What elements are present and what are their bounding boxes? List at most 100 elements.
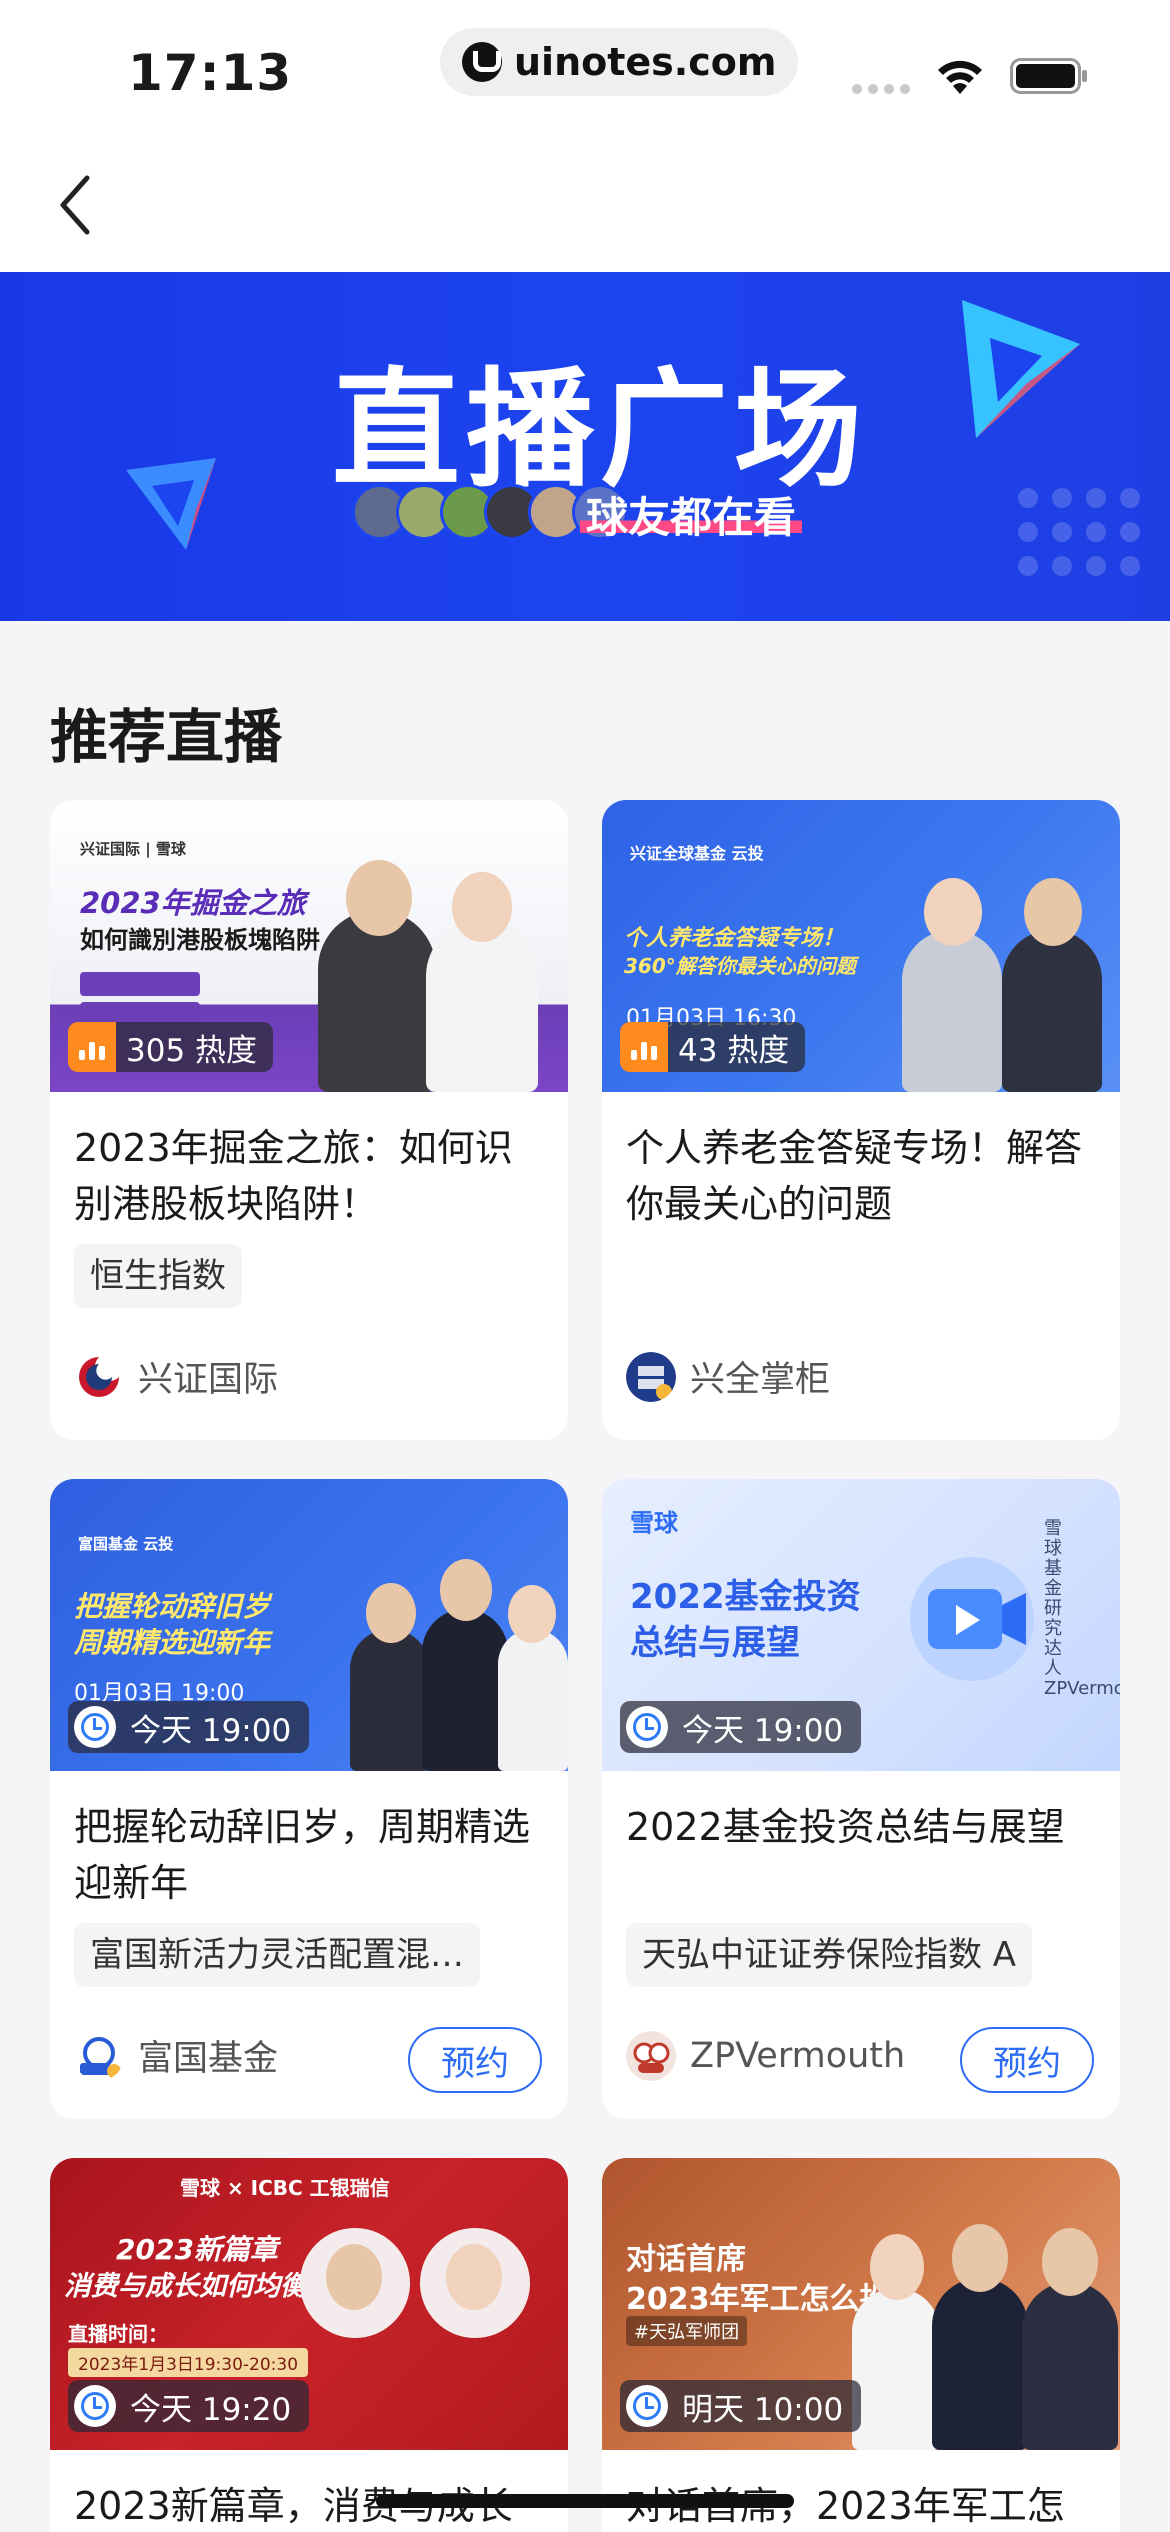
host-head [952,2224,1008,2292]
thumb-title: 个人养老金答疑专场！ [624,926,845,951]
alarm-clock-icon [74,1706,116,1748]
live-thumbnail: 兴证国际 | 雪球 2023年掘金之旅 如何識別港股板塊陷阱 305 热度 [50,800,568,1092]
alarm-clock-icon [626,2385,668,2427]
card-title: 对话首席，2023年军工怎 [626,2484,1065,2528]
card-title: 2022基金投资总结与展望 [626,1805,1065,1849]
speaker-label [80,972,200,996]
banner-subtitle: 球友都在看 [580,484,803,545]
author-name: ZPVermouth [690,2036,906,2076]
fund-tag[interactable]: 天弘中证证券保险指数 A [626,1923,1033,1987]
host-head [1024,878,1082,946]
schedule-text: 今天 19:00 [682,1712,844,1749]
thumb-title: 2023新篇章 [116,2233,278,2266]
host-image [422,1609,508,1771]
alarm-clock-icon [626,1706,668,1748]
host-image [932,2278,1028,2450]
video-camera-icon [910,1557,1034,1681]
live-thumbnail: 兴证全球基金 云投 个人养老金答疑专场！ 360°解答你最关心的问题 01月03… [602,800,1120,1092]
host-head [346,860,412,936]
host-image [350,1629,430,1771]
live-card[interactable]: 雪球 × ICBC 工银瑞信 2023新篇章 消费与成长如何均衡配置 直播时间：… [50,2158,568,2532]
schedule-badge: 今天 19:00 [68,1701,310,1753]
schedule-badge: 今天 19:20 [68,2380,310,2432]
thumb-subtitle: 360°解答你最关心的问题 [624,954,856,978]
card-title: 2023年掘金之旅：如何识别港股板块陷阱！ [74,1126,513,1226]
live-card[interactable]: 对话首席 2023年军工怎么投？ #天弘军师团 明天 10:00 对话首席，20… [602,2158,1120,2532]
host-head [366,1583,416,1643]
stock-tag[interactable]: 恒生指数 [74,1244,242,1308]
nav-bar [0,140,1170,272]
triangle-logo-right [962,300,1080,438]
heat-badge: 43 热度 [620,1022,806,1072]
host-head [326,2244,382,2310]
schedule-badge: 今天 19:00 [620,1701,862,1753]
thumb-title: 对话首席 [626,2242,746,2277]
host-head [446,2244,502,2310]
reserve-button[interactable]: 预约 [960,2027,1094,2093]
live-thumbnail: 雪球 2022基金投资 总结与展望 雪球基金研究达人 ZPVermouth 今天… [602,1479,1120,1771]
live-thumbnail: 对话首席 2023年军工怎么投？ #天弘军师团 明天 10:00 [602,2158,1120,2450]
host-head [924,878,982,946]
thumb-brand: 兴证国际 | 雪球 [80,840,186,858]
card-author[interactable]: 兴证国际 [74,1351,278,1402]
schedule-text: 明天 10:00 [682,2391,844,2428]
live-thumbnail: 富国基金 云投 把握轮动辞旧岁 周期精选迎新年 01月03日 19:00 今天 … [50,1479,568,1771]
heat-text: 43 热度 [678,1032,790,1069]
card-author[interactable]: 兴全掌柜 [626,1351,830,1402]
live-card[interactable]: 富国基金 云投 把握轮动辞旧岁 周期精选迎新年 01月03日 19:00 今天 … [50,1479,568,2119]
card-title: 2023新篇章，消费与成长 [74,2484,513,2528]
author-name: 富国基金 [138,2039,279,2079]
host-image [1002,930,1102,1092]
live-square-banner: 直播广场 球友都在看 [0,272,1170,621]
heat-text: 305 热度 [126,1032,258,1069]
card-author[interactable]: 富国基金 [74,2030,278,2081]
thumb-title: 2023年掘金之旅 [80,886,306,920]
host-image [426,920,538,1092]
host-head [508,1585,556,1643]
url-pill[interactable]: uinotes.com [440,28,799,96]
card-title: 把握轮动辞旧岁，周期精选迎新年 [74,1805,531,1905]
status-time: 17:13 [128,44,293,102]
status-bar: 17:13 uinotes.com [0,0,1170,140]
chevron-left-icon [60,175,90,235]
host-image [1022,2282,1118,2450]
host-image [902,930,1002,1092]
author-avatar [74,2030,124,2081]
thumb-subtitle: 总结与展望 [630,1623,800,1663]
card-author[interactable]: ZPVermouth [626,2031,905,2081]
thumb-brand: 兴证全球基金 云投 [630,844,764,863]
thumb-brand: 雪球 × ICBC 工银瑞信 [180,2176,390,2200]
card-title: 个人养老金答疑专场！解答你最关心的问题 [626,1126,1083,1226]
host-image [318,910,436,1092]
author-avatar [74,1351,124,1402]
thumb-tag: #天弘军师团 [626,2316,748,2346]
back-button[interactable] [40,170,110,240]
author-name: 兴证国际 [138,1360,279,1400]
live-card[interactable]: 雪球 2022基金投资 总结与展望 雪球基金研究达人 ZPVermouth 今天… [602,1479,1120,2119]
host-head [1042,2228,1098,2296]
live-card[interactable]: 兴证国际 | 雪球 2023年掘金之旅 如何識別港股板塊陷阱 305 热度 20… [50,800,568,1440]
heat-bars-icon [620,1022,668,1072]
fund-tag[interactable]: 富国新活力灵活配置混… [74,1923,480,1987]
author-name: 兴全掌柜 [690,1360,831,1400]
schedule-text: 今天 19:00 [130,1712,292,1749]
alarm-clock-icon [74,2385,116,2427]
thumb-subtitle: 周期精选迎新年 [74,1626,271,1659]
battery-icon [1010,58,1087,94]
thumb-title: 2022基金投资 [630,1577,861,1617]
section-title: 推荐直播 [50,703,283,771]
triangle-logo-left [126,458,216,550]
reserve-button[interactable]: 预约 [408,2027,542,2093]
live-card[interactable]: 兴证全球基金 云投 个人养老金答疑专场！ 360°解答你最关心的问题 01月03… [602,800,1120,1440]
wifi-icon [938,60,982,94]
host-head [440,1559,492,1621]
home-indicator[interactable] [376,2494,794,2508]
live-thumbnail: 雪球 × ICBC 工银瑞信 2023新篇章 消费与成长如何均衡配置 直播时间：… [50,2158,568,2450]
heat-bars-icon [68,1022,116,1072]
thumb-title: 把握轮动辞旧岁 [74,1590,271,1623]
thumb-live-label: 直播时间： [68,2322,168,2346]
thumb-brand: 富国基金 云投 [78,1535,174,1553]
schedule-text: 今天 19:20 [130,2391,292,2428]
author-avatar [626,2031,676,2081]
thumb-side-label: 雪球基金研究达人 ZPVermouth [1044,1518,1120,1699]
